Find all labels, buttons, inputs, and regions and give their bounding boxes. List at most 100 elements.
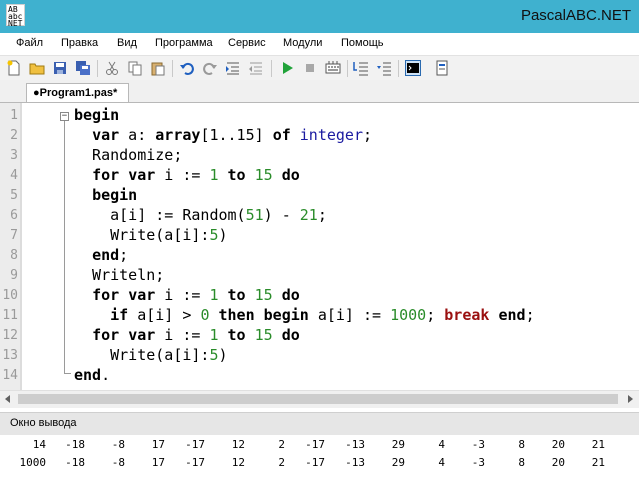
output-value: -17: [185, 456, 205, 469]
output-value: 4: [438, 438, 445, 451]
code-line: if a[i] > 0 then begin a[i] := 1000; bre…: [74, 306, 534, 324]
fold-collapse-icon[interactable]: −: [60, 112, 69, 121]
output-value: 29: [391, 438, 405, 451]
code-line: begin: [74, 106, 119, 124]
code-token: var: [92, 126, 120, 144]
code-token: do: [281, 166, 300, 184]
code-token: end: [92, 246, 120, 264]
code-token: 1000: [390, 306, 427, 324]
output-value: -8: [111, 456, 125, 469]
line-number: 11: [2, 308, 18, 323]
output-value: -18: [65, 456, 85, 469]
code-token: for: [92, 286, 120, 304]
step-into-icon[interactable]: [376, 60, 392, 76]
code-token: array: [155, 126, 201, 144]
toolbar-separator: [271, 60, 272, 77]
line-number: 5: [10, 188, 18, 203]
save-icon[interactable]: [52, 60, 68, 76]
code-line: end;: [74, 246, 128, 264]
line-number: 3: [10, 148, 18, 163]
output-window-icon[interactable]: [405, 60, 421, 76]
output-value: 2: [278, 456, 285, 469]
code-token: of: [272, 126, 291, 144]
code-token: do: [281, 286, 300, 304]
code-token: end: [74, 366, 102, 384]
output-panel-header: Окно вывода: [0, 412, 639, 436]
output-window[interactable]: 14 -18 -8 17 -17 12 2 -17 -13 29 4 -3 8 20 21 1000 -18 -8…: [0, 435, 639, 500]
scroll-left-icon[interactable]: [5, 395, 10, 403]
menu-file[interactable]: Файл: [16, 37, 43, 49]
new-file-icon[interactable]: [6, 60, 22, 76]
code-token: do: [281, 326, 300, 344]
output-value: -17: [185, 438, 205, 451]
output-value: 12: [231, 456, 245, 469]
menu-view[interactable]: Вид: [117, 37, 137, 49]
code-token: 5: [209, 346, 219, 364]
code-token: 1: [209, 326, 219, 344]
paste-icon[interactable]: [150, 60, 166, 76]
menu-service[interactable]: Сервис: [228, 37, 266, 49]
code-token: then: [218, 306, 255, 324]
compile-icon[interactable]: [325, 60, 341, 76]
code-token: end: [498, 306, 526, 324]
redo-icon[interactable]: [202, 60, 218, 76]
menu-modules[interactable]: Модули: [283, 37, 322, 49]
form-designer-icon[interactable]: [434, 60, 450, 76]
code-line: end.: [74, 366, 110, 384]
output-value: -13: [345, 438, 365, 451]
cut-icon[interactable]: [104, 60, 120, 76]
outdent-icon[interactable]: [248, 60, 264, 76]
code-token: a[i] >: [128, 306, 201, 324]
menu-edit[interactable]: Правка: [61, 37, 98, 49]
scrollbar-thumb[interactable]: [18, 394, 618, 404]
stop-icon[interactable]: [302, 60, 318, 76]
code-line: for var i := 1 to 15 do: [74, 166, 300, 184]
open-folder-icon[interactable]: [29, 60, 45, 76]
title-bar: AB abc NET PascalABC.NET: [0, 0, 639, 33]
fold-guide-end: [64, 373, 71, 374]
code-line: for var i := 1 to 15 do: [74, 286, 300, 304]
editor-horizontal-scrollbar[interactable]: [0, 390, 639, 408]
fold-guide: [64, 121, 65, 374]
output-value: -3: [471, 456, 485, 469]
line-number: 12: [2, 328, 18, 343]
code-token: .: [101, 366, 111, 384]
code-token: ;: [317, 206, 327, 224]
code-token: 51: [245, 206, 264, 224]
copy-icon[interactable]: [127, 60, 143, 76]
code-token: ;: [119, 246, 129, 264]
output-value: 4: [438, 456, 445, 469]
code-token: [1..15]: [200, 126, 273, 144]
run-icon[interactable]: [279, 60, 295, 76]
save-all-icon[interactable]: [75, 60, 91, 76]
undo-icon[interactable]: [179, 60, 195, 76]
code-line: Write(a[i]:5): [74, 346, 227, 364]
code-token: Write(a[i]:: [74, 346, 210, 364]
output-value: 17: [151, 456, 165, 469]
toolbar: [0, 55, 639, 81]
menu-program[interactable]: Программа: [155, 37, 213, 49]
menu-help[interactable]: Помощь: [341, 37, 384, 49]
code-token: begin: [92, 186, 138, 204]
tab-program1[interactable]: ●Program1.pas*: [26, 83, 129, 103]
code-token: to: [227, 286, 246, 304]
step-over-icon[interactable]: [353, 60, 369, 76]
window-title: PascalABC.NET: [520, 7, 631, 24]
code-token: if: [110, 306, 129, 324]
code-line: for var i := 1 to 15 do: [74, 326, 300, 344]
code-token: Writeln;: [74, 266, 165, 284]
code-token: a[i] := Random(: [74, 206, 246, 224]
output-value: 20: [551, 438, 565, 451]
scroll-right-icon[interactable]: [628, 395, 633, 403]
code-editor[interactable]: 1 2 3 4 5 6 7 8 9 10 11 12 13 14 − begin var a: array…: [0, 103, 639, 390]
indent-icon[interactable]: [225, 60, 241, 76]
